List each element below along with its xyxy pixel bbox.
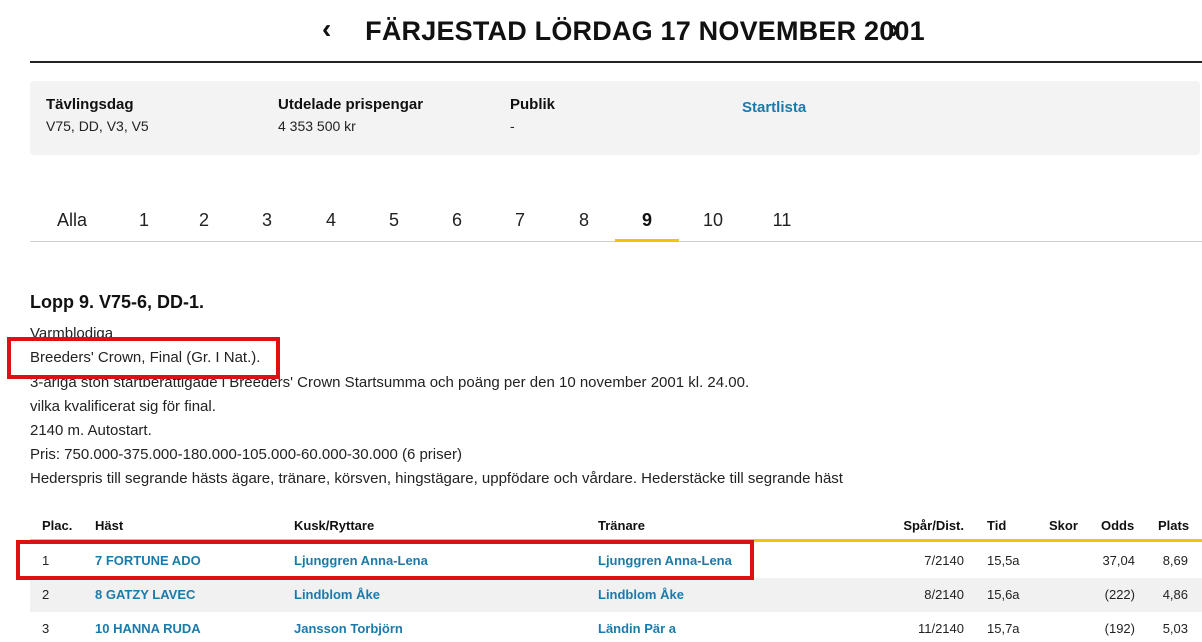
- race-honors: Hederspris till segrande hästs ägare, tr…: [30, 470, 843, 487]
- race-day-info: Tävlingsdag V75, DD, V3, V5 Utdelade pri…: [30, 81, 1200, 155]
- cell-plats: 8,69: [1162, 553, 1188, 568]
- table-row: 2 8 GATZY LAVEC Lindblom Åke Lindblom Åk…: [30, 578, 1202, 612]
- trainer-link[interactable]: Ländin Pär a: [598, 621, 676, 636]
- tab-race-8[interactable]: 8: [570, 210, 598, 242]
- table-row: 1 7 FORTUNE ADO Ljunggren Anna-Lena Ljun…: [30, 544, 1202, 578]
- cell-plac: 3: [42, 621, 50, 636]
- trainer-link[interactable]: Ljunggren Anna-Lena: [598, 553, 732, 568]
- tavlingsdag-label: Tävlingsdag: [46, 96, 134, 113]
- header-plac: Plac.: [42, 518, 73, 533]
- header-plats: Plats: [1158, 518, 1190, 533]
- table-header: Plac. Häst Kusk/Ryttare Tränare Spår/Dis…: [30, 508, 1202, 542]
- race-category: Varmblodiga: [30, 325, 114, 342]
- table-row: 3 10 HANNA RUDA Jansson Torbjörn Ländin …: [30, 612, 1202, 642]
- driver-link[interactable]: Ljunggren Anna-Lena: [294, 553, 428, 568]
- prispengar-label: Utdelade prispengar: [278, 96, 424, 113]
- info-tavlingsdag: Tävlingsdag V75, DD, V3, V5: [46, 96, 149, 134]
- tab-race-1[interactable]: 1: [130, 210, 158, 242]
- tab-race-6[interactable]: 6: [443, 210, 471, 242]
- tab-alla[interactable]: Alla: [48, 210, 96, 242]
- tab-race-7[interactable]: 7: [506, 210, 534, 242]
- publik-label: Publik: [510, 96, 556, 113]
- header-tranare: Tränare: [598, 518, 645, 533]
- header-spar: Spår/Dist.: [903, 518, 964, 533]
- tab-race-2[interactable]: 2: [190, 210, 218, 242]
- info-publik: Publik -: [510, 96, 555, 134]
- race-title: Lopp 9. V75-6, DD-1.: [30, 292, 205, 312]
- header-kusk: Kusk/Ryttare: [294, 518, 375, 533]
- tab-race-9[interactable]: 9: [615, 210, 679, 242]
- cell-odds: 37,04: [1102, 553, 1135, 568]
- cell-tid: 15,5a: [987, 553, 1020, 568]
- trainer-link[interactable]: Lindblom Åke: [598, 587, 684, 602]
- driver-link[interactable]: Lindblom Åke: [294, 587, 380, 602]
- cell-tid: 15,7a: [987, 621, 1020, 636]
- cell-spar: 7/2140: [924, 553, 964, 568]
- chevron-right-icon[interactable]: ›: [890, 15, 899, 43]
- publik-value: -: [510, 118, 515, 134]
- header-odds: Odds: [1101, 518, 1135, 533]
- tavlingsdag-value: V75, DD, V3, V5: [46, 118, 149, 134]
- date-header: ‹ FÄRJESTAD LÖRDAG 17 NOVEMBER 2001 ›: [30, 0, 1202, 63]
- cell-plats: 5,03: [1162, 621, 1188, 636]
- race-name: Breeders' Crown, Final (Gr. I Nat.).: [30, 349, 261, 366]
- race-eligibility: 3-åriga ston startberättigade i Breeders…: [30, 374, 750, 391]
- tab-race-11[interactable]: 11: [766, 210, 798, 242]
- horse-link[interactable]: 8 GATZY LAVEC: [95, 587, 195, 602]
- header-hast: Häst: [95, 518, 124, 533]
- cell-odds: (192): [1104, 621, 1135, 636]
- cell-tid: 15,6a: [987, 587, 1020, 602]
- page-title: FÄRJESTAD LÖRDAG 17 NOVEMBER 2001: [365, 16, 925, 46]
- cell-spar: 11/2140: [917, 621, 964, 636]
- horse-link[interactable]: 7 FORTUNE ADO: [95, 553, 201, 568]
- race-prizes: Pris: 750.000-375.000-180.000-105.000-60…: [30, 446, 462, 463]
- cell-plats: 4,86: [1162, 587, 1188, 602]
- cell-spar: 8/2140: [924, 587, 964, 602]
- cell-plac: 2: [42, 587, 50, 602]
- horse-link[interactable]: 10 HANNA RUDA: [95, 621, 201, 636]
- driver-link[interactable]: Jansson Torbjörn: [294, 621, 403, 636]
- info-prispengar: Utdelade prispengar 4 353 500 kr: [278, 96, 423, 134]
- header-tid: Tid: [987, 518, 1007, 533]
- prispengar-value: 4 353 500 kr: [278, 118, 356, 134]
- tab-race-5[interactable]: 5: [380, 210, 408, 242]
- tab-race-4[interactable]: 4: [317, 210, 345, 242]
- tab-race-10[interactable]: 10: [697, 210, 729, 242]
- cell-odds: (222): [1104, 587, 1135, 602]
- race-tabs: Alla 1 2 3 4 5 6 7 8 9 10 11: [30, 200, 1202, 242]
- chevron-left-icon[interactable]: ‹: [322, 15, 331, 43]
- header-skor: Skor: [1049, 518, 1078, 533]
- cell-plac: 1: [42, 553, 50, 568]
- race-distance: 2140 m. Autostart.: [30, 422, 152, 439]
- race-eligibility-cont: vilka kvalificerat sig för final.: [30, 398, 216, 415]
- startlista-link[interactable]: Startlista: [742, 99, 806, 116]
- tab-race-3[interactable]: 3: [253, 210, 281, 242]
